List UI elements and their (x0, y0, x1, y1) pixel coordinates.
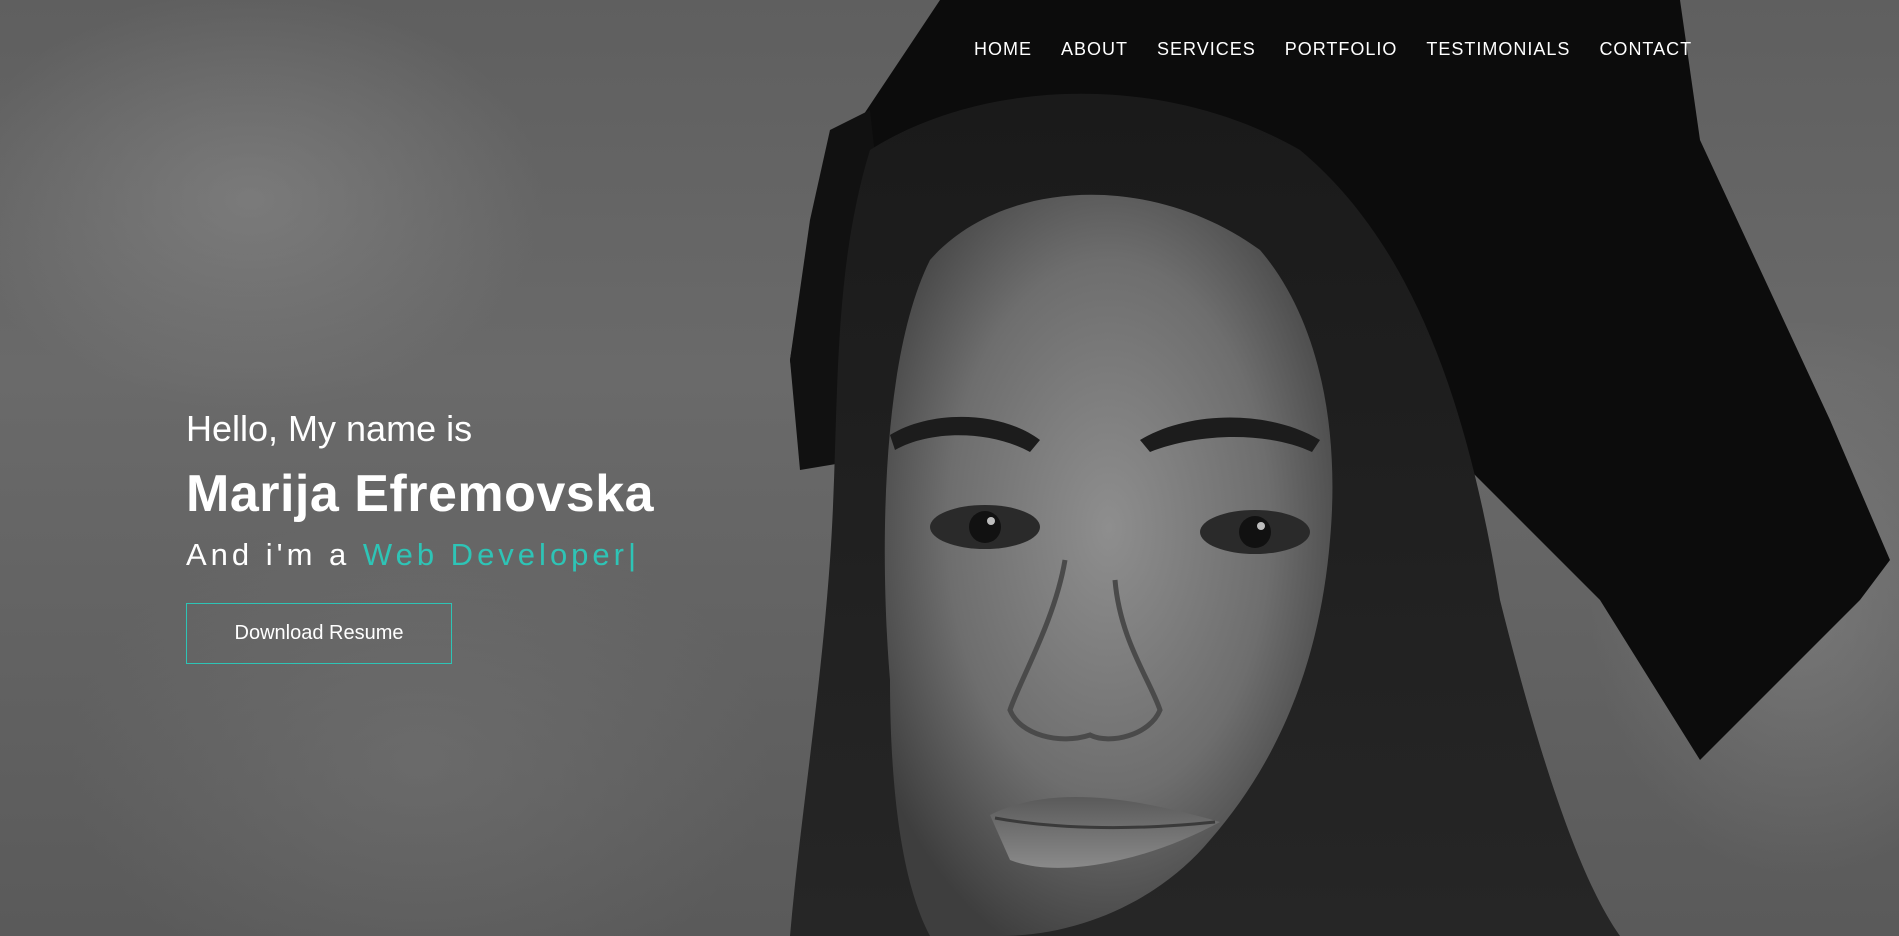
person-name: Marija Efremovska (186, 465, 655, 523)
intro-block: Hello, My name is Marija Efremovska And … (186, 404, 654, 664)
nav-home-link[interactable]: HOME (974, 36, 1032, 62)
role-typed-text: Web Developer (362, 537, 628, 572)
role-line: And i'm a Web Developer| (186, 532, 654, 578)
greeting-text: Hello, My name is (186, 408, 473, 449)
role-prefix: And i'm a (186, 537, 351, 572)
nav-about-link[interactable]: ABOUT (1061, 36, 1128, 62)
hero-section: HOME ABOUT SERVICES PORTFOLIO TESTIMONIA… (0, 0, 1899, 936)
typing-cursor: | (628, 537, 641, 572)
nav-testimonials-link[interactable]: TESTIMONIALS (1426, 36, 1570, 62)
main-nav: HOME ABOUT SERVICES PORTFOLIO TESTIMONIA… (974, 36, 1692, 62)
nav-services-link[interactable]: SERVICES (1157, 36, 1256, 62)
download-resume-button[interactable]: Download Resume (186, 603, 452, 664)
nav-portfolio-link[interactable]: PORTFOLIO (1285, 36, 1398, 62)
nav-contact-link[interactable]: CONTACT (1599, 36, 1692, 62)
